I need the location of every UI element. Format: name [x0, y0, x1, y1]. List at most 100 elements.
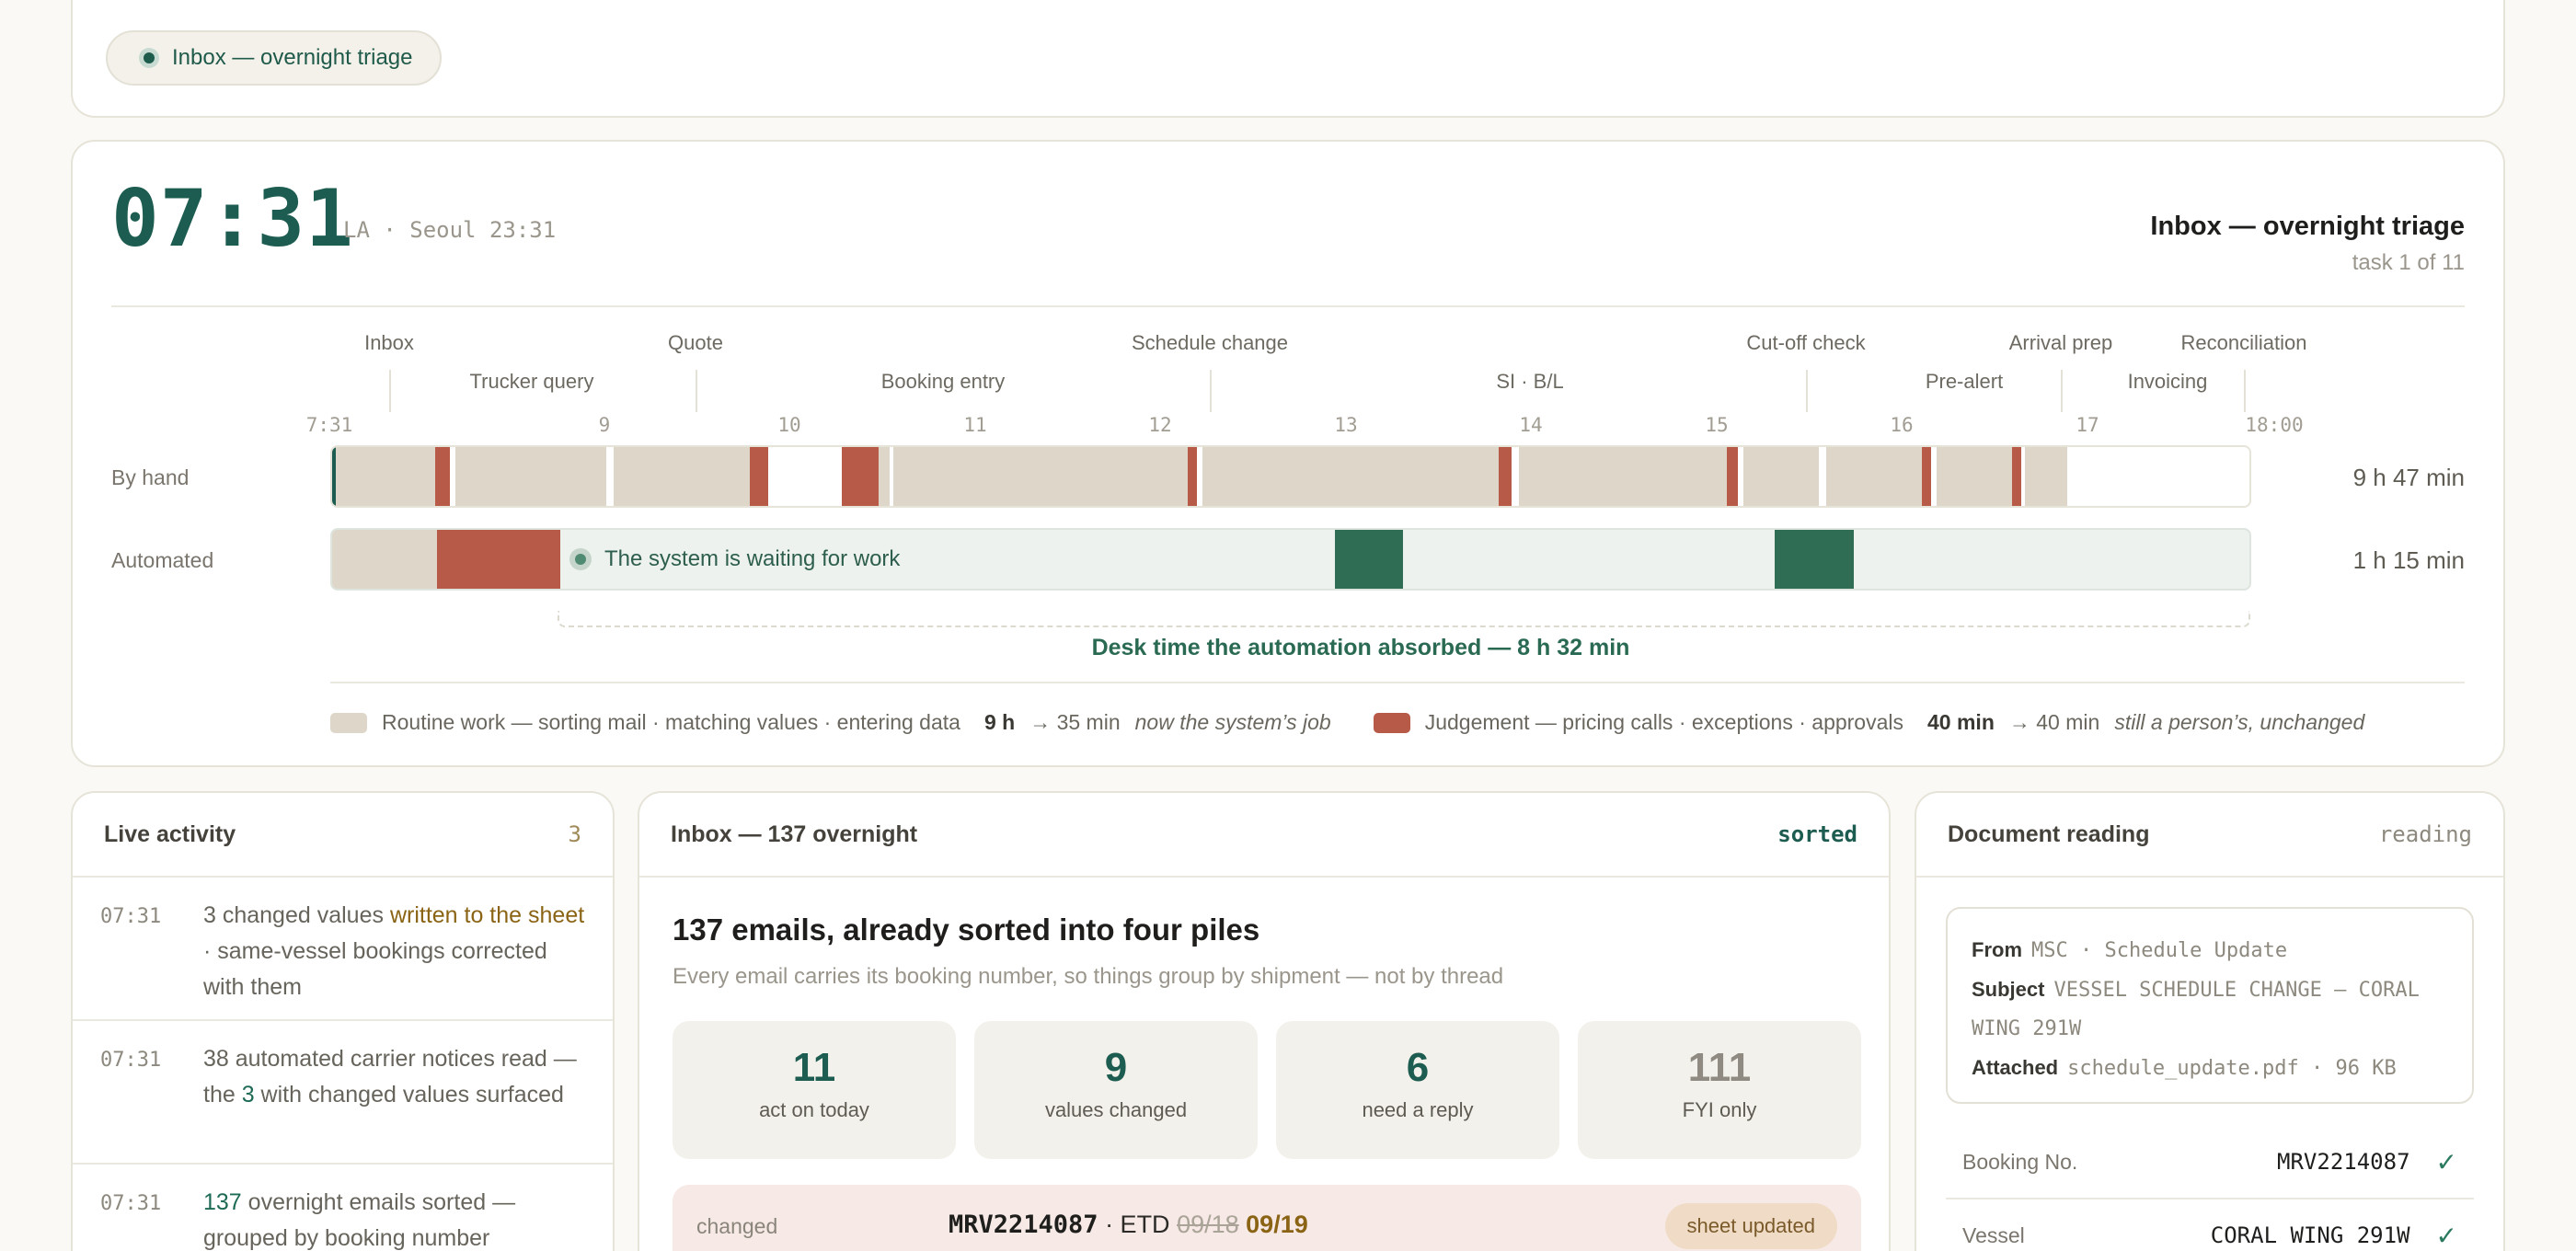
automated-segment	[1775, 530, 1854, 589]
field-key: Booking No.	[1962, 1149, 2078, 1174]
routine-segment	[1202, 447, 1499, 506]
changed-label: changed	[696, 1214, 778, 1238]
subject-key: Subject	[1972, 978, 2045, 1001]
judgement-segment	[2012, 447, 2021, 506]
routine-segment	[1826, 447, 1922, 506]
field-value: MRV2214087	[2277, 1149, 2410, 1175]
hour-tick: 14	[1519, 414, 1543, 436]
document-reading-panel: Document reading reading From MSC · Sched…	[1915, 791, 2505, 1251]
stat-label: need a reply	[1362, 1098, 1474, 1121]
inbox-subheading: Every email carries its booking number, …	[673, 964, 1504, 989]
field-key: Vessel	[1962, 1222, 2025, 1247]
attachment-value[interactable]: schedule_update.pdf · 96 KB	[2067, 1057, 2397, 1080]
activity-count: 3	[568, 821, 581, 847]
legend-judgement-before: 40 min	[1927, 710, 1995, 734]
routine-segment	[879, 447, 890, 506]
routine-segment	[336, 447, 435, 506]
routine-segment	[893, 447, 1188, 506]
task-chip[interactable]: Inbox — overnight triage	[106, 30, 443, 86]
routine-segment	[455, 447, 606, 506]
idle-segment	[2067, 447, 2249, 506]
header-divider	[111, 305, 2465, 307]
phase-tick	[1806, 370, 1808, 412]
phase-label: Schedule change	[1131, 331, 1289, 354]
field-value: CORAL WING 291W	[2210, 1222, 2410, 1248]
hour-tick: 12	[1148, 414, 1172, 436]
stat-card[interactable]: 9 values changed	[974, 1021, 1258, 1159]
absorbed-label: Desk time the automation absorbed — 8 h …	[1091, 635, 1630, 660]
stat-number: 6	[1406, 1045, 1430, 1090]
automated-segment	[1335, 530, 1403, 589]
routine-segment	[2025, 447, 2067, 506]
clock: 07:31	[111, 173, 354, 265]
phase-label: Arrival prep	[2008, 331, 2113, 354]
activity-time: 07:31	[100, 1192, 162, 1215]
phase-tick	[1210, 370, 1212, 412]
legend-routine-note: now the system’s job	[1134, 710, 1331, 734]
hour-tick: 18:00	[2245, 414, 2304, 436]
from-value: MSC · Schedule Update	[2031, 939, 2288, 962]
extracted-field: Vessel CORAL WING 291W ✓	[1946, 1199, 2474, 1251]
panel-title: Inbox — 137 overnight	[671, 821, 918, 847]
activity-time: 07:31	[100, 905, 162, 928]
phase-label: Pre-alert	[1925, 370, 2004, 393]
legend-judgement-note: still a person’s, unchanged	[2114, 710, 2365, 734]
routine-swatch	[330, 712, 367, 733]
waiting-label: The system is waiting for work	[569, 530, 900, 589]
changed-row[interactable]: changed MRV2214087 · ETD 09/18 09/19 she…	[673, 1185, 1861, 1251]
stat-card[interactable]: 111 FYI only	[1578, 1021, 1861, 1159]
phase-label: Cut-off check	[1746, 331, 1866, 354]
phase-label: Trucker query	[469, 370, 594, 393]
stat-label: FYI only	[1682, 1098, 1757, 1121]
phase-label: Inbox	[364, 331, 414, 354]
hour-tick: 9	[598, 414, 611, 436]
phase-tick	[2061, 370, 2063, 412]
panel-title: Live activity	[104, 821, 236, 847]
activity-time: 07:31	[100, 1049, 162, 1072]
live-activity-panel: Live activity 3 07:31 3 changed values w…	[71, 791, 615, 1251]
attached-key: Attached	[1972, 1056, 2059, 1079]
stat-number: 9	[1104, 1045, 1128, 1090]
email-summary: From MSC · Schedule Update Subject VESSEL …	[1946, 907, 2474, 1104]
phase-label: Reconciliation	[2180, 331, 2307, 354]
sheet-updated-badge: sheet updated	[1664, 1203, 1837, 1249]
legend: Routine work — sorting mail · matching v…	[330, 710, 2364, 735]
activity-item[interactable]: 07:31 137 overnight emails sorted — grou…	[73, 1165, 613, 1251]
absorbed-brace	[558, 611, 2250, 627]
by-hand-bar	[330, 445, 2251, 508]
hour-tick: 11	[963, 414, 987, 436]
phase-label: Quote	[668, 331, 723, 354]
panel-title: Document reading	[1948, 821, 2150, 847]
activity-item[interactable]: 07:31 3 changed values written to the sh…	[73, 878, 613, 1021]
judgement-segment	[435, 447, 450, 506]
legend-divider	[330, 682, 2465, 683]
hour-tick: 15	[1705, 414, 1729, 436]
check-icon: ✓	[2435, 1221, 2457, 1250]
stat-card[interactable]: 6 need a reply	[1276, 1021, 1559, 1159]
judgement-segment	[437, 530, 560, 589]
phase-tick	[389, 370, 391, 412]
hour-tick: 13	[1334, 414, 1358, 436]
from-key: From	[1972, 938, 2022, 961]
hour-tick: 16	[1890, 414, 1914, 436]
judgement-segment	[750, 447, 768, 506]
judgement-segment	[1499, 447, 1512, 506]
row-label-hand: By hand	[111, 465, 190, 489]
activity-item[interactable]: 07:31 38 automated carrier notices read …	[73, 1021, 613, 1165]
activity-text: 3 changed values written to the sheet · …	[203, 902, 585, 1000]
phase-label: Booking entry	[880, 370, 1006, 393]
stat-card[interactable]: 11 act on today	[673, 1021, 956, 1159]
inbox-heading: 137 emails, already sorted into four pil…	[673, 912, 1260, 947]
top-bar: Inbox — overnight triage	[71, 0, 2505, 118]
phase-label: Invoicing	[2127, 370, 2208, 393]
task-chip-label: Inbox — overnight triage	[172, 45, 413, 70]
row-label-auto: Automated	[111, 548, 214, 572]
routine-segment	[1743, 447, 1819, 506]
row-total-auto: 1 h 15 min	[2352, 546, 2465, 574]
check-icon: ✓	[2435, 1147, 2457, 1176]
legend-routine-label: Routine work — sorting mail · matching v…	[382, 710, 960, 734]
judgement-segment	[842, 447, 879, 506]
routine-segment	[1937, 447, 2012, 506]
waiting-dot-icon	[569, 548, 592, 570]
stat-label: values changed	[1044, 1098, 1188, 1121]
